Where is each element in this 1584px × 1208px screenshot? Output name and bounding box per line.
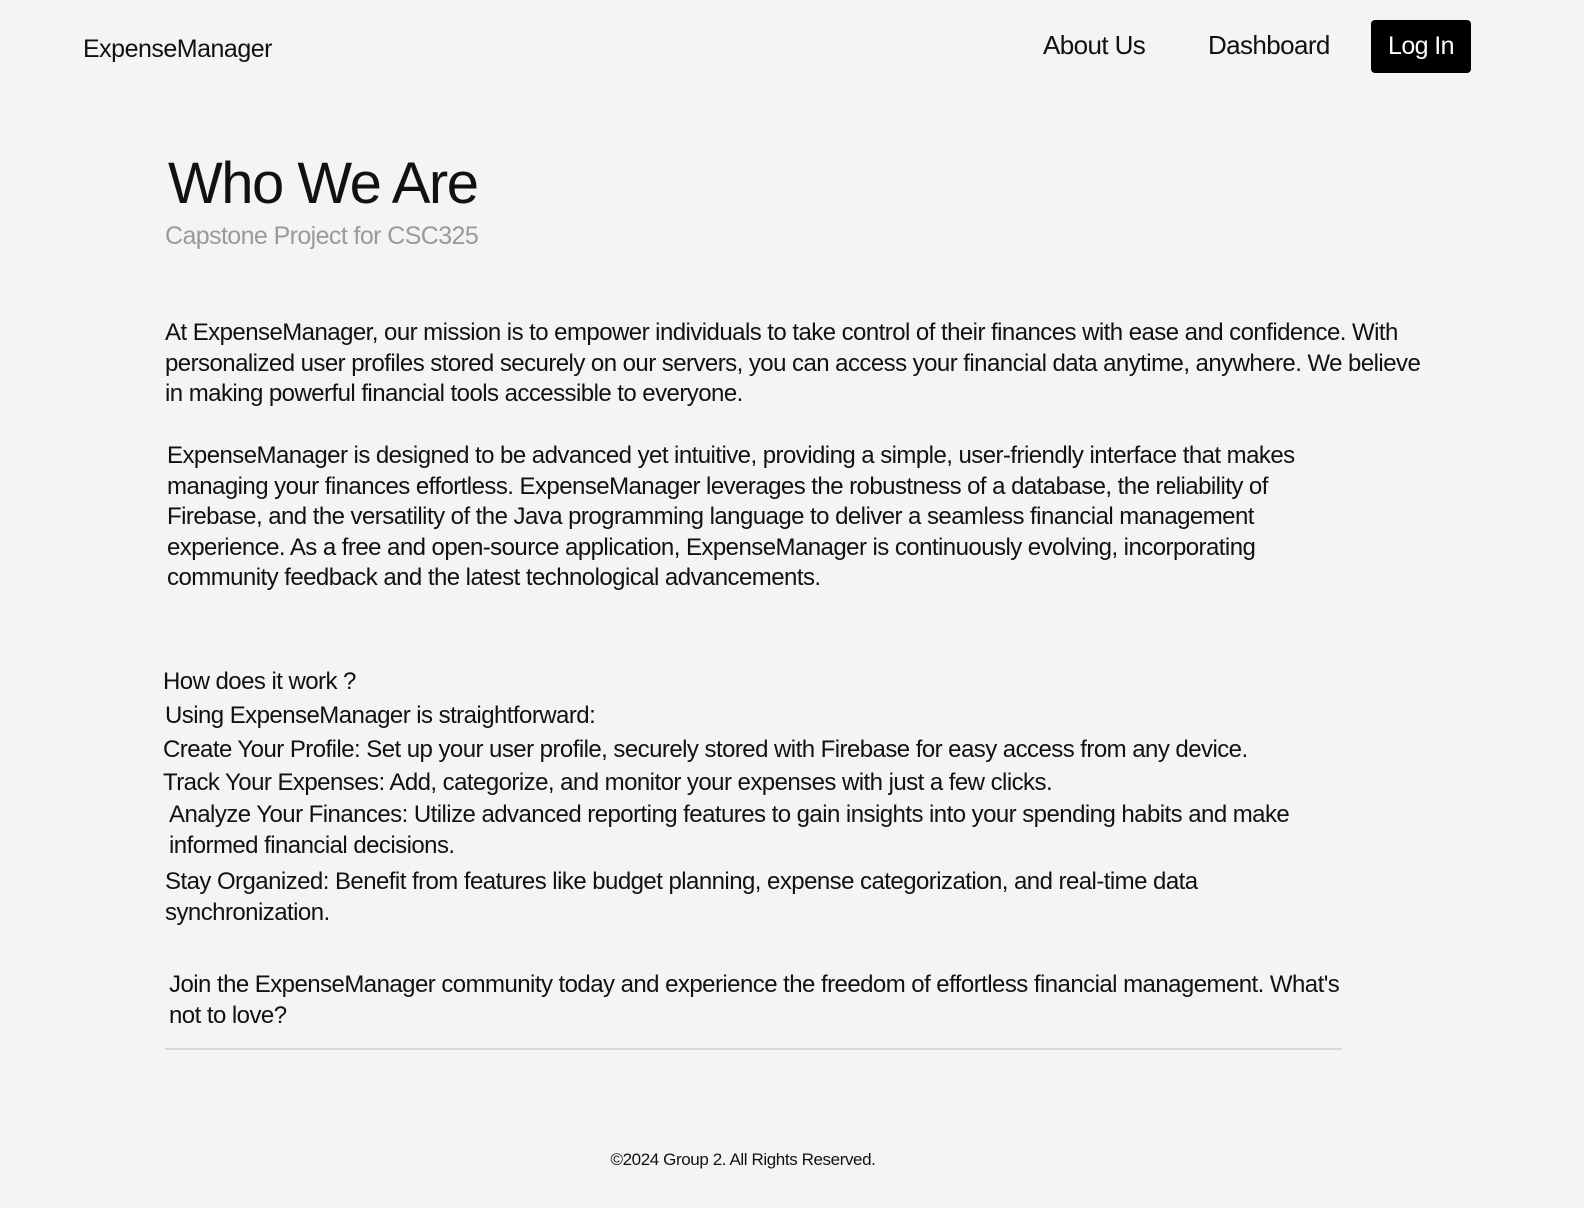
brand-logo-link[interactable]: ExpenseManager: [83, 35, 272, 64]
design-paragraph: ExpenseManager is designed to be advance…: [167, 442, 1295, 591]
how-it-works-heading: How does it work ?: [163, 668, 356, 695]
copyright-text: ©2024 Group 2. All Rights Reserved.: [610, 1150, 876, 1169]
login-button[interactable]: Log In: [1371, 20, 1471, 73]
mission-paragraph: At ExpenseManager, our mission is to emp…: [165, 319, 1421, 407]
step-analyze-finances: Analyze Your Finances: Utilize advanced …: [169, 801, 1290, 859]
step-stay-organized: Stay Organized: Benefit from features li…: [165, 868, 1198, 926]
page-subtitle: Capstone Project for CSC325: [165, 222, 479, 250]
top-navbar: ExpenseManager About Us Dashboard Log In: [0, 0, 1584, 100]
nav-link-dashboard[interactable]: Dashboard: [1208, 30, 1330, 61]
page-footer: ©2024 Group 2. All Rights Reserved.: [0, 1150, 1584, 1170]
how-it-works-intro: Using ExpenseManager is straightforward:: [165, 702, 596, 729]
page-title: Who We Are: [168, 151, 479, 216]
step-track-expenses: Track Your Expenses: Add, categorize, an…: [163, 769, 1053, 796]
closing-paragraph: Join the ExpenseManager community today …: [169, 971, 1340, 1029]
content-divider: [165, 1048, 1342, 1050]
nav-link-about-us[interactable]: About Us: [1043, 30, 1146, 61]
step-create-profile: Create Your Profile: Set up your user pr…: [163, 736, 1248, 763]
